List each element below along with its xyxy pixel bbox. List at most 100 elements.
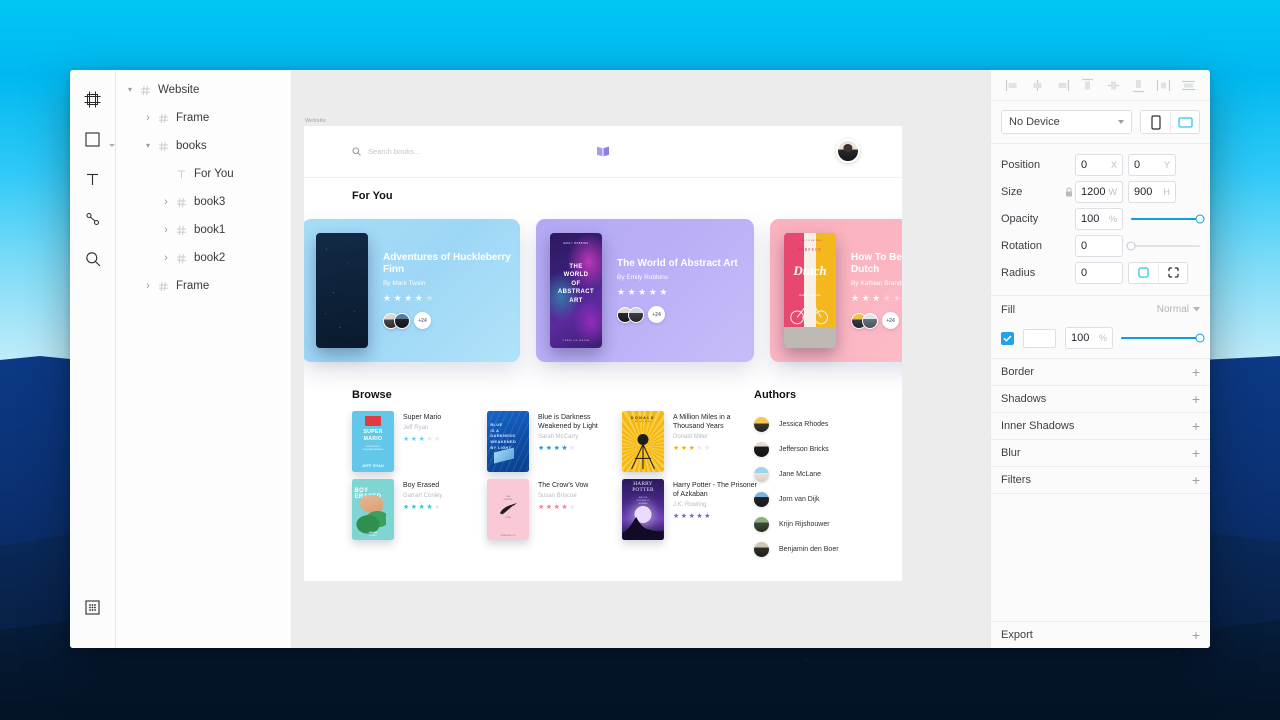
user-avatar[interactable] — [836, 139, 860, 163]
author-row[interactable]: Jessica Rhodes — [754, 412, 839, 437]
add-icon[interactable]: + — [1192, 419, 1200, 433]
browse-book-item[interactable]: BLUE IS A DARKNESS WEAKENED BY LIGHT Blue is… — [487, 411, 622, 472]
radius-input[interactable]: 0 — [1075, 261, 1123, 284]
orientation-landscape-button[interactable] — [1170, 111, 1199, 133]
zoom-tool[interactable] — [76, 242, 110, 276]
distribute-horizontal-icon[interactable] — [1153, 75, 1175, 95]
fill-color-swatch[interactable] — [1023, 328, 1056, 348]
shape-tool[interactable] — [76, 122, 115, 156]
align-bottom-icon[interactable] — [1127, 75, 1149, 95]
disclosure-triangle-icon[interactable] — [160, 253, 172, 264]
fill-opacity-slider[interactable] — [1121, 327, 1205, 349]
distribute-vertical-icon[interactable] — [1178, 75, 1200, 95]
orientation-portrait-button[interactable] — [1141, 111, 1170, 133]
author-row[interactable]: Benjamin den Boer — [754, 537, 839, 562]
artboard-label[interactable]: Website — [305, 118, 326, 124]
star-icon: ★ — [410, 435, 418, 443]
layer-row-book2[interactable]: book2 — [116, 244, 291, 272]
add-icon[interactable]: + — [1192, 392, 1200, 406]
author-row[interactable]: Jefferson Bricks — [754, 437, 839, 462]
avatar-more-count[interactable]: +24 — [648, 306, 665, 324]
rotation-value: 0 — [1081, 239, 1088, 252]
export-label: Export — [1001, 629, 1033, 641]
disclosure-triangle-icon[interactable] — [142, 142, 154, 150]
fill-enabled-checkbox[interactable] — [1001, 331, 1014, 345]
disclosure-triangle-icon[interactable] — [160, 225, 172, 236]
section-shadows[interactable]: Shadows + — [991, 386, 1210, 413]
featured-book-card[interactable]: EMILY ROBBINS THE WORLD OF ABSTRACT ART CREA… — [536, 219, 754, 362]
author-row[interactable]: Krijn Rijshouwer — [754, 512, 839, 537]
author-row[interactable]: Jane McLane — [754, 462, 839, 487]
avatar-more-count[interactable]: +24 — [414, 312, 431, 330]
artboard-website[interactable]: Search books... For You Adventures of Hu… — [304, 126, 902, 581]
layer-row-for-you[interactable]: For You — [116, 160, 291, 188]
size-width-input[interactable]: 1200 W — [1075, 180, 1123, 203]
opacity-input[interactable]: 100 % — [1075, 207, 1123, 230]
layer-label: Website — [158, 84, 200, 96]
size-label: Size — [1001, 185, 1023, 198]
section-inner-shadows[interactable]: Inner Shadows + — [991, 413, 1210, 440]
layer-row-books[interactable]: books — [116, 132, 291, 160]
browse-book-item[interactable]: BOYERASED GARRARDCONLEY Boy Erased Garra… — [352, 479, 487, 540]
avatar-more-count[interactable]: +24 — [882, 312, 899, 330]
section-border[interactable]: Border + — [991, 359, 1210, 386]
layer-row-book3[interactable]: book3 — [116, 188, 291, 216]
export-section[interactable]: Export + — [991, 621, 1210, 648]
artboard-tool[interactable] — [76, 82, 110, 116]
left-toolbar — [70, 70, 116, 648]
disclosure-triangle-icon[interactable] — [142, 281, 154, 292]
radius-individual-button[interactable] — [1158, 262, 1187, 283]
disclosure-triangle-icon[interactable] — [124, 86, 136, 94]
layer-row-frame[interactable]: Frame — [116, 104, 291, 132]
avatar — [394, 312, 410, 329]
browse-book-meta: The Crow's Vow Susan Briscoe ★ ★ ★ ★ ★ — [538, 479, 588, 540]
position-y-input[interactable]: 0 Y — [1128, 153, 1176, 176]
chevron-down-icon[interactable] — [108, 144, 115, 147]
blend-mode-select[interactable]: Normal — [1157, 304, 1200, 315]
featured-book-card[interactable]: Adventures of Huckleberry Finn By Mark T… — [304, 219, 520, 362]
layer-row-frame[interactable]: Frame — [116, 272, 291, 300]
design-canvas[interactable]: Website Search books... For You Adventur… — [292, 70, 990, 648]
align-center-vertical-icon[interactable] — [1102, 75, 1124, 95]
align-top-icon[interactable] — [1077, 75, 1099, 95]
size-height-input[interactable]: 900 H — [1128, 180, 1176, 203]
add-icon[interactable]: + — [1192, 365, 1200, 379]
add-icon[interactable]: + — [1192, 446, 1200, 460]
align-right-icon[interactable] — [1052, 75, 1074, 95]
components-tool[interactable] — [76, 590, 110, 624]
author-row[interactable]: Jorn van Dijk — [754, 487, 839, 512]
fill-opacity-input[interactable]: 100 % — [1065, 327, 1113, 349]
align-left-icon[interactable] — [1001, 75, 1023, 95]
rating-stars: ★ ★ ★ ★ ★ — [617, 288, 738, 297]
star-icon: ★ — [418, 503, 425, 511]
browse-book-item[interactable]: DONALD MILLER A Million Miles in a Thous… — [622, 411, 757, 472]
book-cover-image: EMILY ROBBINS THE WORLD OF ABSTRACT ART CREA… — [550, 233, 602, 348]
radius-uniform-button[interactable] — [1129, 263, 1158, 283]
browse-book-item[interactable]: THE CROW'S VOW SUSAN BRISCOE The Crow's V… — [487, 479, 622, 540]
browse-book-item[interactable]: SUPER MARIO HOW NINTENDO CONQUERED AMERICA… — [352, 411, 487, 472]
opacity-slider[interactable] — [1131, 208, 1205, 230]
section-filters[interactable]: Filters + — [991, 467, 1210, 494]
layer-row-website[interactable]: Website — [116, 76, 291, 104]
search-field[interactable]: Search books... — [352, 147, 420, 156]
layer-row-book1[interactable]: book1 — [116, 216, 291, 244]
opacity-value: 100 — [1081, 212, 1100, 225]
section-blur[interactable]: Blur + — [991, 440, 1210, 467]
rotation-slider[interactable] — [1126, 235, 1200, 257]
text-tool[interactable] — [76, 162, 110, 196]
device-select[interactable]: No Device — [1001, 110, 1132, 134]
lock-aspect-icon[interactable] — [1063, 187, 1075, 197]
featured-book-card[interactable]: HOW TO BE THE PERFECT Dutch Kathian Bran… — [770, 219, 902, 362]
book-cover-image — [316, 233, 368, 348]
browse-book-item[interactable]: HARRY POTTER AND THE PRISONER OF AZKABAN Ha… — [622, 479, 757, 540]
add-icon[interactable]: + — [1192, 473, 1200, 487]
rotation-input[interactable]: 0 — [1075, 234, 1123, 257]
add-icon[interactable]: + — [1192, 628, 1200, 642]
check-icon — [1003, 335, 1012, 342]
position-x-input[interactable]: 0 X — [1075, 153, 1123, 176]
align-center-horizontal-icon[interactable] — [1026, 75, 1048, 95]
disclosure-triangle-icon[interactable] — [160, 197, 172, 208]
disclosure-triangle-icon[interactable] — [142, 113, 154, 124]
pen-tool[interactable] — [76, 202, 110, 236]
effect-sections: Border + Shadows + Inner Shadows + Blur + Filter… — [991, 359, 1210, 494]
